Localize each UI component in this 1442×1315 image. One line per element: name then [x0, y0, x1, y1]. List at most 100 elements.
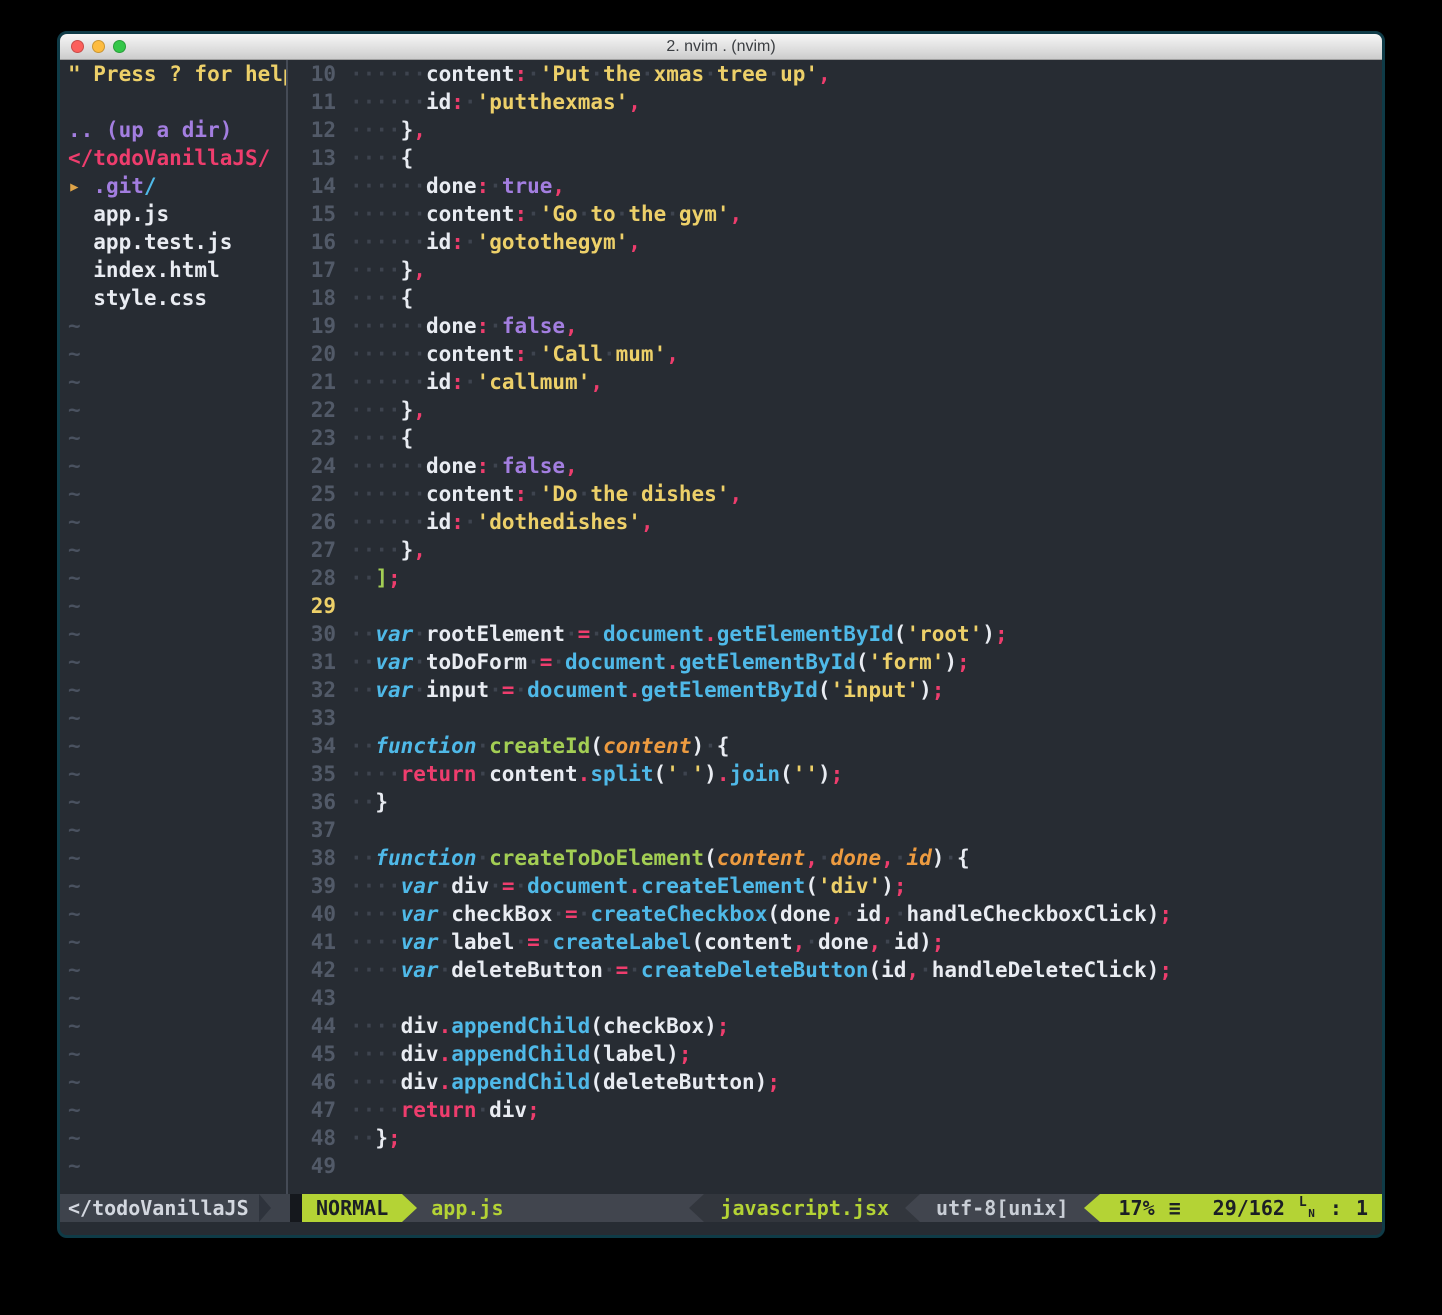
line-number: 45 — [288, 1040, 336, 1068]
line-number: 39 — [288, 872, 336, 900]
line-number: 48 — [288, 1124, 336, 1152]
code-line[interactable]: 32··var·input·=·document.getElementById(… — [288, 676, 1382, 704]
code-line[interactable]: 44 ····div.appendChild(checkBox); — [288, 1012, 1382, 1040]
tree-help-hint: " Press ? for help — [68, 60, 286, 88]
tilde-marker: ~ — [68, 508, 286, 536]
code-line[interactable]: 38 ··function·createToDoElement(content,·… — [288, 844, 1382, 872]
line-number: 34 — [288, 732, 336, 760]
code-line[interactable]: 46····div.appendChild(deleteButton); — [288, 1068, 1382, 1096]
code-line[interactable]: 11······id:·'putthexmas', — [288, 88, 1382, 116]
code-line[interactable]: 17····}, — [288, 256, 1382, 284]
tilde-marker: ~ — [68, 648, 286, 676]
code-line[interactable]: 43 — [288, 984, 1382, 1012]
code-line[interactable]: 47····return·div; — [288, 1096, 1382, 1124]
tilde-marker: ~ — [68, 1152, 286, 1180]
code-text: ······content:·'Do·the·dishes', — [350, 480, 742, 508]
code-line[interactable]: 10······content:·'Put·the·xmas·tree·up', — [288, 60, 1382, 88]
code-line[interactable]: 30··var·rootElement·=·document.getElemen… — [288, 620, 1382, 648]
line-number: 17 — [288, 256, 336, 284]
code-text: ··]; — [350, 564, 401, 592]
code-line[interactable]: 12····}, — [288, 116, 1382, 144]
line-number: 40 — [288, 900, 336, 928]
code-line[interactable]: 33 — [288, 704, 1382, 732]
code-text: ······done:·false, — [350, 312, 578, 340]
nvim-content: " Press ? for help .. (up a dir)</todoVan… — [60, 60, 1382, 1194]
code-line[interactable]: 26······id:·'dothedishes', — [288, 508, 1382, 536]
tree-file-style-css[interactable]: style.css — [68, 284, 286, 312]
code-text: ··var·rootElement·=·document.getElementB… — [350, 620, 1008, 648]
line-number: 26 — [288, 508, 336, 536]
code-line[interactable]: 34··function·createId(content)·{ — [288, 732, 1382, 760]
tilde-marker: ~ — [68, 984, 286, 1012]
code-text: ····var·div·=·document.createElement('di… — [350, 872, 907, 900]
lines-icon: ≡ — [1169, 1194, 1181, 1222]
code-lines[interactable]: 10······content:·'Put·the·xmas·tree·up',… — [288, 60, 1382, 1194]
code-line[interactable]: 27····}, — [288, 536, 1382, 564]
line-number: 24 — [288, 452, 336, 480]
line-number: 38 — [288, 844, 336, 872]
code-line[interactable]: 35····return·content.split('·').join('')… — [288, 760, 1382, 788]
code-line[interactable]: 45 ····div.appendChild(label); — [288, 1040, 1382, 1068]
code-line[interactable]: 20······content:·'Call·mum', — [288, 340, 1382, 368]
window-title: 2. nvim . (nvim) — [60, 38, 1382, 56]
tree-file-index-html[interactable]: index.html — [68, 256, 286, 284]
code-line[interactable]: 15······content:·'Go·to·the·gym', — [288, 200, 1382, 228]
statusbar-position: 17% ≡ 29/162 LN : 1 — [1100, 1194, 1382, 1222]
command-line — [60, 1222, 1382, 1236]
powerline-separator-icon — [259, 1194, 271, 1222]
code-line[interactable]: 49 — [288, 1152, 1382, 1180]
window-titlebar[interactable]: 2. nvim . (nvim) — [60, 34, 1382, 60]
line-number: 44 — [288, 1012, 336, 1040]
code-line[interactable]: 40····var·checkBox·=·createCheckbox(done… — [288, 900, 1382, 928]
tree-file-app-test-js[interactable]: app.test.js — [68, 228, 286, 256]
tilde-marker: ~ — [68, 592, 286, 620]
code-line[interactable]: 16······id:·'gotothegym', — [288, 228, 1382, 256]
line-number: 36 — [288, 788, 336, 816]
powerline-arrow-icon — [1084, 1194, 1100, 1222]
code-line[interactable]: 36··} — [288, 788, 1382, 816]
tilde-marker: ~ — [68, 452, 286, 480]
line-number: 28 — [288, 564, 336, 592]
code-line[interactable]: 21······id:·'callmum', — [288, 368, 1382, 396]
code-line[interactable]: 13····{ — [288, 144, 1382, 172]
code-text: ····div.appendChild(label); — [350, 1040, 691, 1068]
file-tree[interactable]: " Press ? for help .. (up a dir)</todoVan… — [60, 60, 286, 1194]
line-number: 13 — [288, 144, 336, 172]
code-line[interactable]: 37 — [288, 816, 1382, 844]
tree-root-path[interactable]: </todoVanillaJS/ — [68, 144, 286, 172]
line-number: 41 — [288, 928, 336, 956]
code-text: ··function·createToDoElement(content,·do… — [350, 844, 970, 872]
tree-dir-git[interactable]: ▸ .git/ — [68, 172, 286, 200]
code-line[interactable]: 14······done:·true, — [288, 172, 1382, 200]
code-line[interactable]: 42····var·deleteButton·=·createDeleteBut… — [288, 956, 1382, 984]
code-line[interactable]: 48··}; — [288, 1124, 1382, 1152]
tree-blank-row — [68, 88, 286, 116]
code-line[interactable]: 25······content:·'Do·the·dishes', — [288, 480, 1382, 508]
line-number: 15 — [288, 200, 336, 228]
tree-file-app-js[interactable]: app.js — [68, 200, 286, 228]
code-line[interactable]: 19······done:·false, — [288, 312, 1382, 340]
code-line[interactable]: 39 ····var·div·=·document.createElement('… — [288, 872, 1382, 900]
code-text: ····div.appendChild(checkBox); — [350, 1012, 729, 1040]
code-line[interactable]: 28 ··]; — [288, 564, 1382, 592]
cursor-position: 29/162 — [1213, 1194, 1285, 1222]
statusbar-gap — [290, 1194, 302, 1222]
powerline-arrow-icon — [905, 1194, 920, 1222]
tilde-marker: ~ — [68, 1068, 286, 1096]
code-line[interactable]: 29 — [288, 592, 1382, 620]
tilde-marker: ~ — [68, 564, 286, 592]
code-line[interactable]: 31··var·toDoForm·=·document.getElementBy… — [288, 648, 1382, 676]
code-line[interactable]: 41····var·label·=·createLabel(content,·d… — [288, 928, 1382, 956]
code-line[interactable]: 22····}, — [288, 396, 1382, 424]
code-text: ····{ — [350, 284, 413, 312]
tilde-marker: ~ — [68, 816, 286, 844]
code-line[interactable]: 23····{ — [288, 424, 1382, 452]
code-line[interactable]: 24······done:·false, — [288, 452, 1382, 480]
code-line[interactable]: 18····{ — [288, 284, 1382, 312]
tilde-marker: ~ — [68, 676, 286, 704]
statusbar-mode: NORMAL — [302, 1194, 402, 1222]
code-text: ····var·deleteButton·=·createDeleteButto… — [350, 956, 1172, 984]
code-text: ··var·input·=·document.getElementById('i… — [350, 676, 944, 704]
statusbar: </todoVanillaJS NORMAL app.js javascript… — [60, 1194, 1382, 1222]
tree-up-a-dir[interactable]: .. (up a dir) — [68, 116, 286, 144]
